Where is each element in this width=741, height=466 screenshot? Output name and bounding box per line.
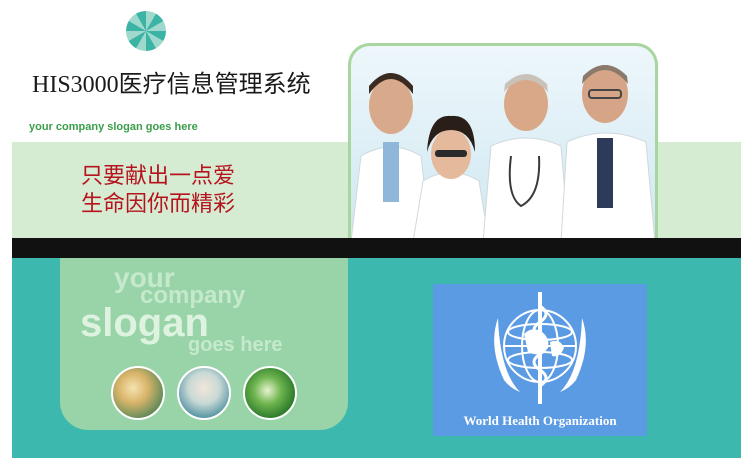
separator-bar <box>12 238 741 258</box>
tea-thumbnail <box>111 366 165 420</box>
who-panel: World Health Organization <box>433 284 647 436</box>
doctor-thumbnail <box>177 366 231 420</box>
slogan-small: your company slogan goes here <box>29 121 198 133</box>
pinwheel-icon <box>126 11 166 51</box>
who-label: World Health Organization <box>463 413 617 428</box>
who-emblem-icon <box>494 292 586 404</box>
doctors-illustration <box>351 65 655 242</box>
app-title: HIS3000医疗信息管理系统 <box>32 72 311 98</box>
slogan-goes-here-text: goes here <box>188 334 283 356</box>
doctors-photo <box>348 43 658 242</box>
plant-thumbnail <box>243 366 297 420</box>
motto-line-2: 生命因你而精彩 <box>81 191 236 216</box>
